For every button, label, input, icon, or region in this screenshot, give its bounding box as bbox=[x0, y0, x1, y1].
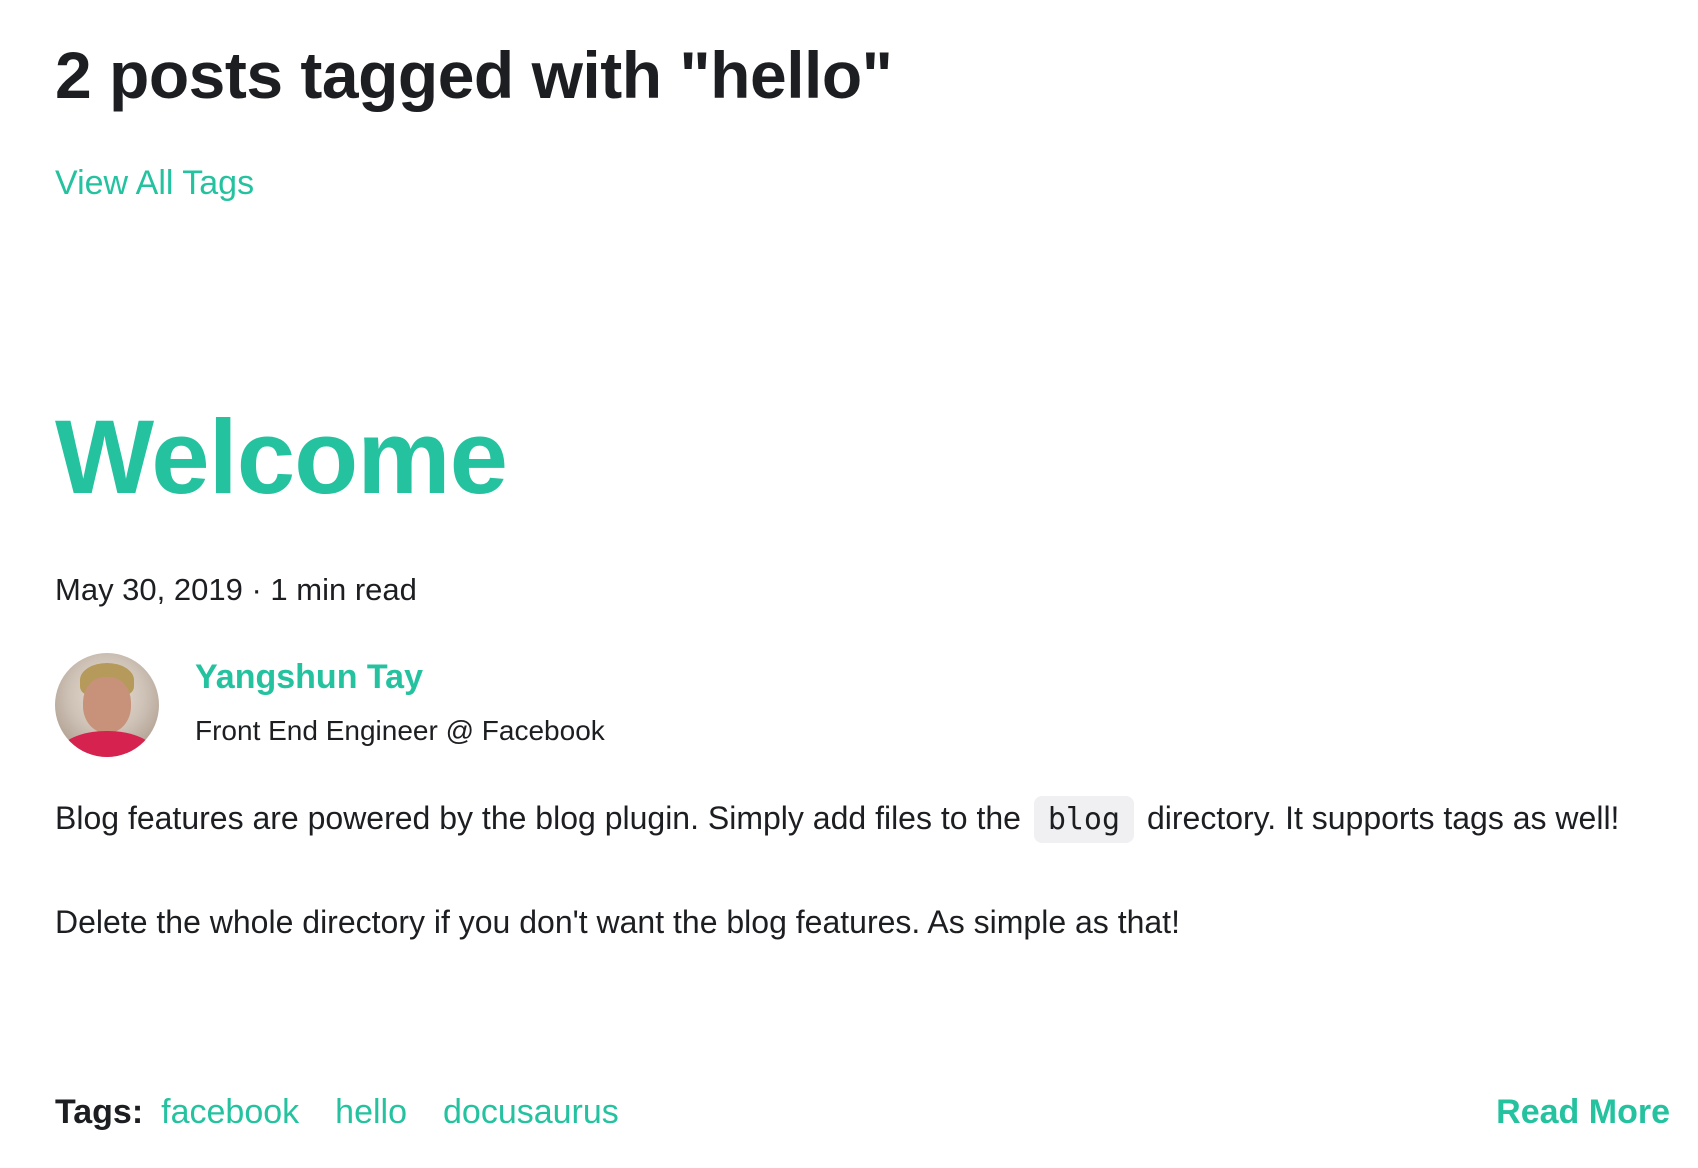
post-meta: May 30, 2019 · 1 min read bbox=[55, 571, 417, 608]
read-more-link[interactable]: Read More bbox=[1496, 1093, 1670, 1132]
page-title: 2 posts tagged with "hello" bbox=[55, 38, 893, 112]
author-card: Yangshun Tay Front End Engineer @ Facebo… bbox=[55, 651, 605, 759]
post-read-time: 1 min read bbox=[270, 572, 417, 607]
avatar-face-shape bbox=[83, 677, 131, 733]
author-avatar[interactable] bbox=[55, 653, 159, 757]
tag-list: Tags: facebook hello docusaurus bbox=[55, 1093, 655, 1132]
author-role: Front End Engineer @ Facebook bbox=[195, 714, 605, 746]
post-title-link[interactable]: Welcome bbox=[55, 400, 508, 516]
meta-separator: · bbox=[242, 572, 271, 607]
view-all-tags-link[interactable]: View All Tags bbox=[55, 163, 254, 204]
post-paragraph-2: Delete the whole directory if you don't … bbox=[55, 904, 1180, 940]
avatar-shirt-shape bbox=[59, 731, 155, 757]
tag-link-facebook[interactable]: facebook bbox=[161, 1093, 299, 1132]
author-name-link[interactable]: Yangshun Tay bbox=[195, 657, 605, 698]
author-info: Yangshun Tay Front End Engineer @ Facebo… bbox=[195, 658, 605, 747]
tag-link-hello[interactable]: hello bbox=[335, 1093, 407, 1132]
paragraph-1-after: directory. It supports tags as well! bbox=[1138, 800, 1620, 836]
post-body: Blog features are powered by the blog pl… bbox=[55, 789, 1665, 951]
post-date: May 30, 2019 bbox=[55, 572, 243, 607]
tags-label: Tags: bbox=[55, 1093, 144, 1131]
inline-code-blog: blog bbox=[1033, 796, 1135, 843]
post-paragraph-1: Blog features are powered by the blog pl… bbox=[55, 789, 1665, 849]
tag-link-docusaurus[interactable]: docusaurus bbox=[443, 1093, 619, 1132]
post-footer: Tags: facebook hello docusaurus Read Mor… bbox=[55, 1093, 1670, 1132]
paragraph-1-before: Blog features are powered by the blog pl… bbox=[55, 800, 1030, 836]
